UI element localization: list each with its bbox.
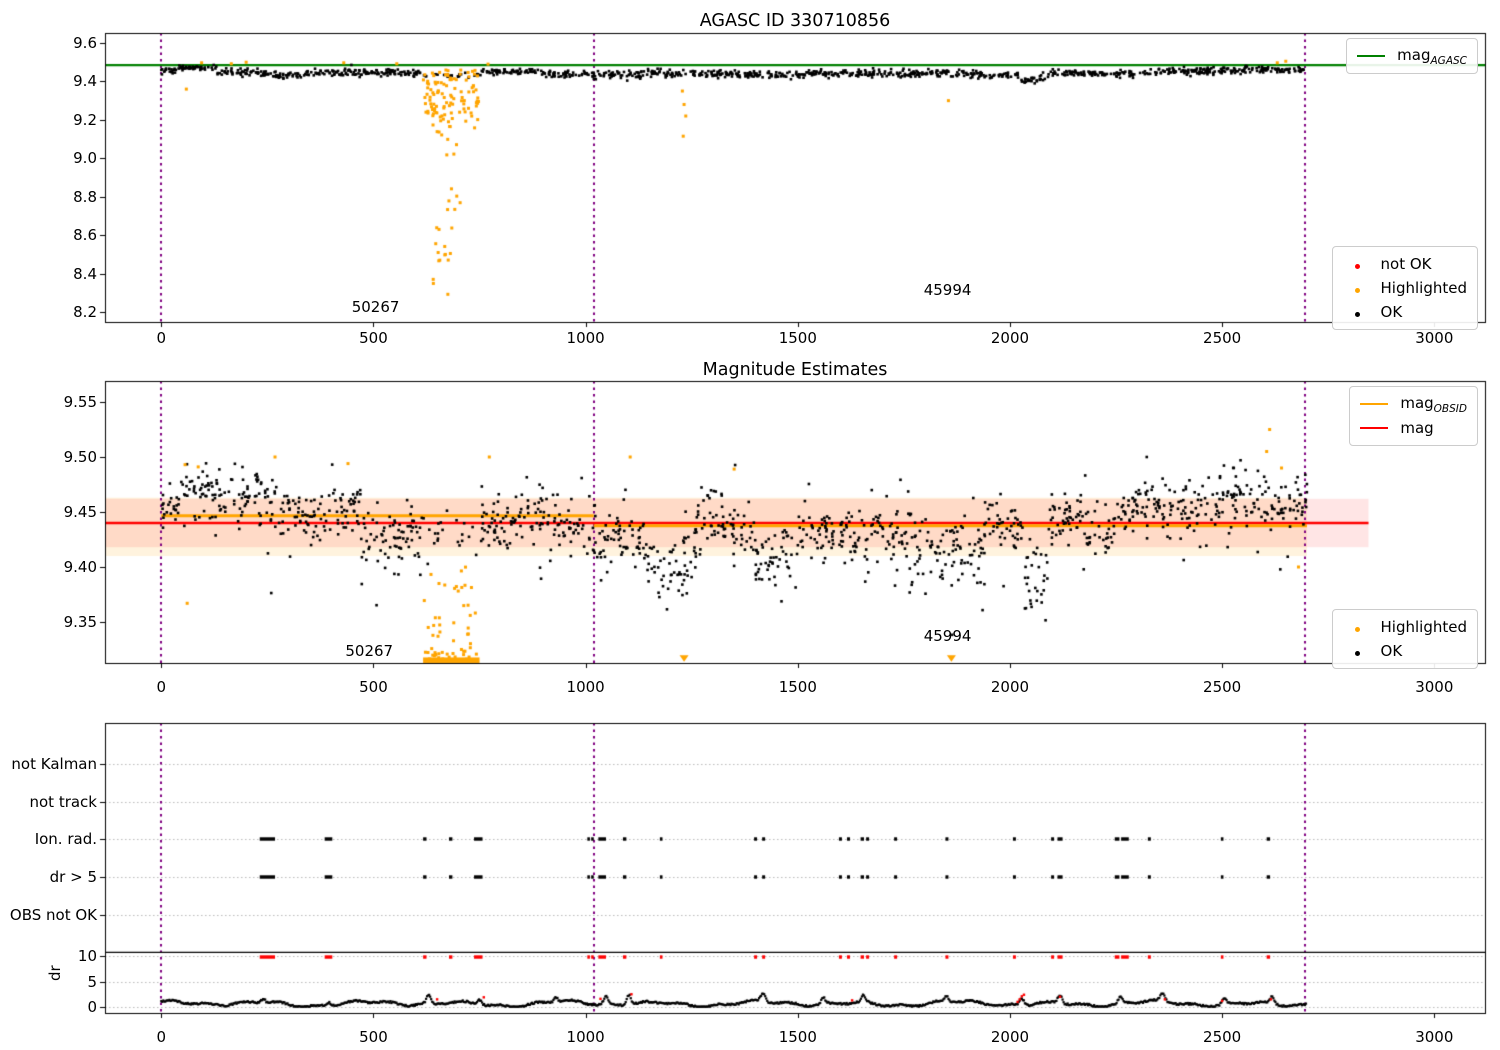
legend-label: Highlighted — [1380, 279, 1467, 297]
y-tick-label-plot1: 9.6 — [73, 34, 97, 52]
y-tick-label-plot1: 8.8 — [73, 187, 97, 206]
legend-mag-lines: magOBSID mag — [1349, 386, 1478, 446]
category-label: not Kalman — [11, 755, 97, 773]
y-tick-label-plot1: 8.4 — [73, 264, 97, 283]
orange-dot-icon — [1343, 618, 1373, 636]
y-tick-label-plot1: 9.0 — [73, 149, 97, 168]
y-tick-label-plot1: 9.4 — [73, 72, 97, 91]
x-tick-label-plot1: 2500 — [1203, 329, 1242, 347]
legend-label: not OK — [1380, 255, 1432, 273]
y-tick-label-plot1: 8.6 — [73, 226, 97, 245]
annotation-obsid-50267-mid: 50267 — [345, 641, 394, 660]
annotation-obsid-50267-top: 50267 — [351, 298, 400, 317]
legend-row-ok: OK — [1343, 300, 1467, 324]
y-tick-label-plot2: 9.45 — [63, 503, 97, 521]
y-tick-label-plot2: 9.35 — [63, 613, 97, 631]
legend-label: OK — [1380, 303, 1403, 321]
red-line-swatch — [1360, 427, 1389, 429]
category-label: not track — [29, 792, 97, 811]
x-tick-label-plot1: 500 — [359, 329, 388, 347]
legend-label: magOBSID — [1400, 393, 1467, 415]
annotation-obsid-45994-top: 45994 — [923, 280, 972, 299]
black-dot-icon — [1343, 303, 1373, 321]
chart-canvas — [0, 0, 1500, 1050]
x-tick-label-plot2: 500 — [359, 678, 388, 696]
y-tick-label-plot1: 9.2 — [73, 110, 97, 129]
legend-point-types-top: not OK Highlighted OK — [1331, 246, 1478, 330]
plot1-title: AGASC ID 330710856 — [699, 11, 891, 31]
orange-dot-icon — [1343, 279, 1373, 297]
x-tick-label-plot2: 2000 — [990, 678, 1030, 696]
figure: AGASC ID 330710856 Magnitude Estimates 5… — [0, 0, 1500, 1050]
legend-label: Highlighted — [1380, 618, 1467, 636]
legend-point-types-mid: Highlighted OK — [1331, 609, 1478, 669]
annotation-obsid-45994-mid: 45994 — [923, 627, 972, 646]
x-tick-label-plot1: 0 — [156, 329, 167, 347]
x-tick-label-plot3: 1000 — [566, 1028, 605, 1046]
y-tick-label-plot2: 9.40 — [63, 558, 97, 576]
y-tick-label-plot2: 9.55 — [63, 393, 97, 411]
y-tick-label-plot1: 8.2 — [73, 302, 97, 321]
x-tick-label-plot1: 3000 — [1415, 329, 1454, 347]
category-label: Ion. rad. — [34, 830, 97, 848]
x-tick-label-plot3: 1500 — [778, 1028, 817, 1046]
x-tick-label-plot2: 3000 — [1415, 678, 1454, 696]
x-tick-label-plot3: 500 — [359, 1028, 388, 1046]
legend-label: magAGASC — [1397, 45, 1467, 67]
x-tick-label-plot3: 3000 — [1415, 1028, 1454, 1046]
x-tick-label-plot3: 0 — [156, 1028, 167, 1046]
x-tick-label-plot2: 2500 — [1203, 678, 1242, 696]
y-tick-label-plot2: 9.50 — [63, 448, 97, 466]
dr-tick-label: 0 — [87, 998, 97, 1016]
legend-row-highlighted: Highlighted — [1343, 276, 1467, 300]
dr-tick-label: 5 — [87, 972, 97, 991]
legend-row-not-ok: not OK — [1343, 252, 1467, 276]
legend-row-ok: OK — [1343, 639, 1467, 663]
orange-line-swatch — [1360, 403, 1389, 405]
legend-row-highlighted: Highlighted — [1343, 615, 1467, 639]
red-dot-icon — [1343, 255, 1373, 273]
legend-label: mag — [1400, 419, 1434, 437]
legend-label: OK — [1380, 642, 1403, 660]
x-tick-label-plot2: 1000 — [566, 678, 605, 696]
x-tick-label-plot1: 1000 — [566, 329, 605, 347]
x-tick-label-plot1: 1500 — [778, 329, 817, 347]
plot2-title: Magnitude Estimates — [702, 360, 888, 380]
legend-mag-agasc: magAGASC — [1346, 38, 1478, 74]
x-tick-label-plot3: 2500 — [1203, 1028, 1242, 1046]
category-label: OBS not OK — [9, 905, 97, 924]
x-tick-label-plot2: 0 — [156, 678, 167, 696]
dr-tick-label: 10 — [77, 947, 97, 965]
green-line-swatch — [1357, 55, 1386, 57]
legend-row-mag: mag — [1360, 416, 1467, 440]
legend-row-mag-obsid: magOBSID — [1360, 392, 1467, 416]
x-tick-label-plot3: 2000 — [990, 1028, 1030, 1046]
black-dot-icon — [1343, 642, 1373, 660]
x-tick-label-plot1: 2000 — [990, 329, 1030, 347]
legend-row-mag-agasc: magAGASC — [1357, 44, 1467, 68]
dr-axis-label: dr — [46, 965, 64, 981]
category-label: dr > 5 — [49, 868, 97, 886]
x-tick-label-plot2: 1500 — [778, 678, 817, 696]
